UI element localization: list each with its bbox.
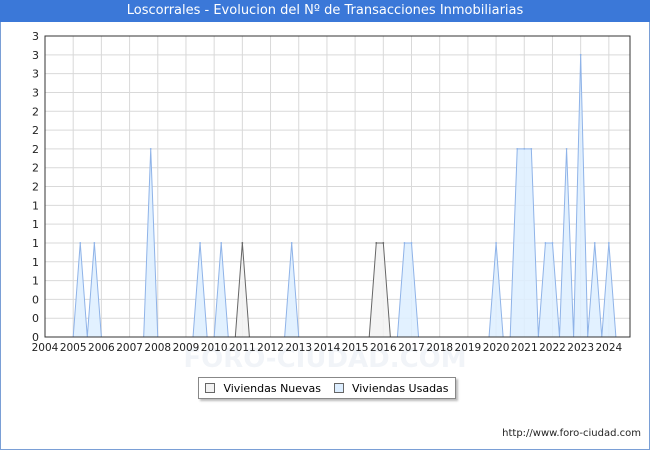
- legend-swatch-usadas: [333, 383, 344, 393]
- x-tick-label-9: 2013: [285, 342, 312, 354]
- x-tick-label-20: 2024: [595, 342, 622, 354]
- y-tick-label-7: 1: [32, 199, 39, 212]
- x-tick-label-14: 2018: [426, 342, 453, 354]
- x-tick-label-8: 2012: [257, 342, 284, 354]
- data-point-usadas-23: [495, 242, 497, 244]
- data-point-nuevas-6: [382, 242, 385, 244]
- y-tick-label-2: 0: [32, 293, 39, 306]
- y-tick-label-9: 2: [32, 162, 39, 175]
- y-tick-label-14: 3: [32, 68, 39, 81]
- x-tick-label-18: 2022: [539, 342, 566, 354]
- data-point-usadas-28: [530, 147, 533, 150]
- source-url: http://www.foro-ciudad.com: [502, 428, 641, 439]
- y-tick-label-3: 1: [32, 275, 39, 288]
- area-chart: FORO-CIUDAD.COM000111112222233332004 2005…: [32, 30, 631, 374]
- data-point-usadas-33: [565, 147, 568, 150]
- y-tick-label-6: 1: [32, 218, 39, 231]
- x-tick-label-13: 2017: [398, 342, 425, 354]
- legend-swatch-nuevas: [205, 383, 216, 393]
- legend: Viviendas Nuevas Viviendas Usadas: [198, 377, 456, 399]
- x-tick-label-6: 2010: [201, 342, 228, 354]
- data-point-usadas-13: [220, 242, 223, 244]
- data-point-usadas-4: [93, 242, 96, 244]
- y-tick-label-13: 3: [32, 86, 39, 99]
- x-tick-label-19: 2023: [567, 342, 594, 354]
- x-tick-label-17: 2021: [511, 342, 538, 354]
- y-tick-label-11: 2: [32, 124, 39, 137]
- y-tick-label-1: 0: [32, 312, 39, 325]
- data-point-nuevas-5: [375, 242, 378, 244]
- y-tick-label-4: 1: [32, 256, 39, 269]
- data-point-usadas-26: [516, 147, 519, 150]
- data-point-usadas-10: [199, 242, 201, 244]
- legend-item-nuevas: Viviendas Nuevas: [205, 382, 321, 395]
- legend-label-nuevas: Viviendas Nuevas: [223, 381, 322, 395]
- x-tick-label-7: 2011: [229, 342, 256, 354]
- chart-title: Loscorrales - Evolucion del Nº de Transa…: [0, 0, 650, 22]
- data-point-usadas-39: [607, 242, 610, 244]
- x-tick-label-16: 2020: [483, 342, 510, 354]
- x-tick-label-1: 2005: [60, 342, 87, 354]
- x-tick-label-5: 2009: [173, 342, 200, 354]
- x-tick-label-2: 2006: [88, 342, 115, 354]
- data-point-nuevas-2: [241, 242, 244, 244]
- y-tick-label-10: 2: [32, 143, 39, 156]
- data-point-usadas-27: [523, 147, 526, 150]
- legend-item-usadas: Viviendas Usadas: [333, 381, 449, 395]
- y-tick-label-12: 2: [32, 105, 39, 118]
- x-tick-label-3: 2007: [116, 342, 143, 354]
- x-tick-label-10: 2014: [314, 342, 341, 354]
- y-tick-label-15: 3: [32, 49, 39, 62]
- data-point-usadas-35: [579, 53, 582, 56]
- x-tick-label-4: 2008: [144, 342, 171, 354]
- data-point-usadas-20: [410, 242, 413, 244]
- x-tick-label-11: 2015: [342, 342, 369, 354]
- x-tick-label-15: 2019: [455, 342, 482, 354]
- y-tick-label-8: 2: [32, 181, 39, 194]
- x-tick-label-0: 2004: [32, 342, 59, 354]
- data-point-usadas-37: [593, 242, 596, 244]
- data-point-usadas-16: [290, 242, 293, 244]
- y-tick-label-5: 1: [32, 237, 39, 250]
- x-tick-label-12: 2016: [370, 342, 397, 354]
- data-point-usadas-2: [79, 242, 82, 244]
- data-point-usadas-31: [551, 242, 554, 244]
- data-point-usadas-7: [149, 147, 152, 150]
- legend-label-usadas: Viviendas Usadas: [351, 381, 449, 395]
- data-point-usadas-30: [544, 242, 547, 244]
- data-point-usadas-19: [403, 242, 406, 244]
- y-tick-label-16: 3: [32, 30, 39, 43]
